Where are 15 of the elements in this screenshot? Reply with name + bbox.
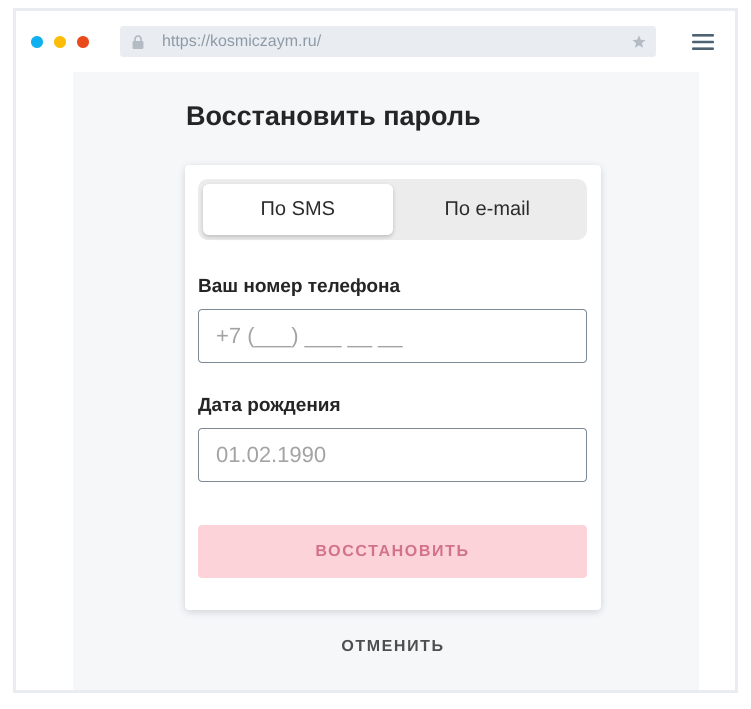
menu-icon[interactable] [692, 34, 714, 50]
window-dot-icon[interactable] [31, 36, 43, 48]
tab[interactable]: По e-mail [392, 184, 582, 235]
window-dot-icon[interactable] [54, 36, 66, 48]
url-text: https://kosmiczaym.ru/ [162, 32, 322, 50]
page-title: Восстановить пароль [186, 100, 482, 133]
field-label: Дата рождения [198, 394, 342, 418]
tab[interactable]: По SMS [203, 184, 392, 235]
lock-icon [132, 34, 144, 48]
input-field[interactable]: 01.02.1990 [198, 428, 587, 482]
star-icon[interactable] [632, 34, 646, 48]
cancel-link[interactable]: ОТМЕНИТЬ [341, 636, 445, 658]
field-label: Ваш номер телефона [198, 275, 402, 299]
window-dot-icon[interactable] [77, 36, 89, 48]
input-field[interactable]: +7 (___) ___ __ __ [198, 309, 587, 363]
